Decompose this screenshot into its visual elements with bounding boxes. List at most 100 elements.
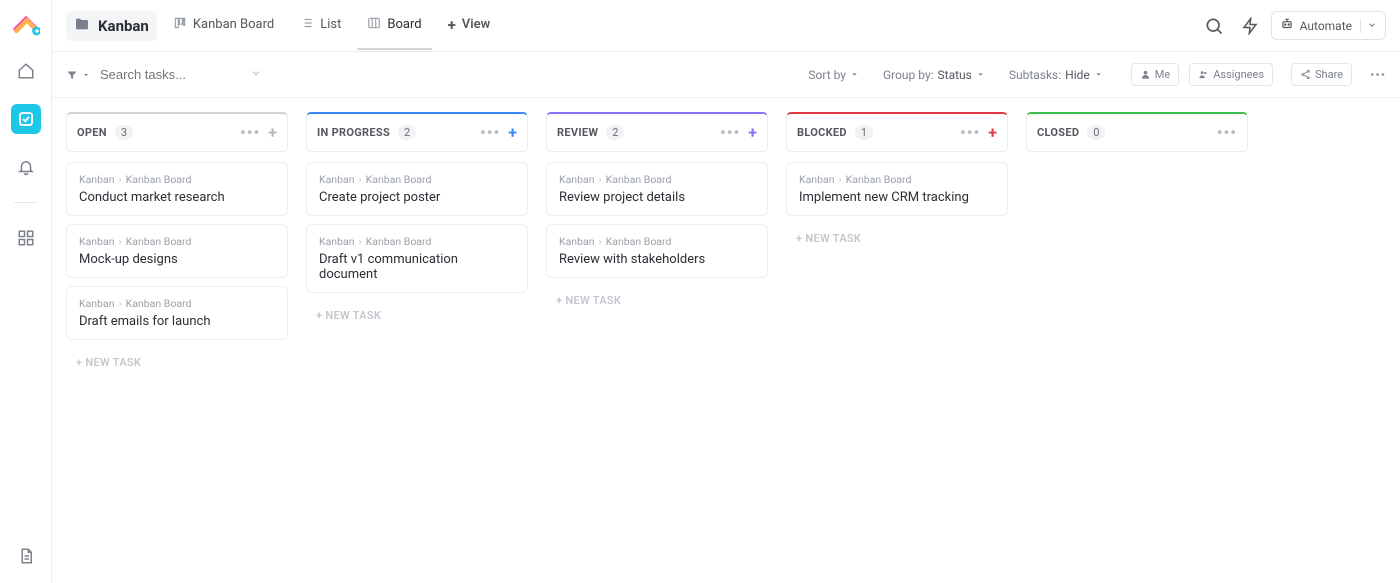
chevron-right-icon: › — [839, 173, 842, 186]
chevron-right-icon: › — [119, 297, 122, 310]
column-header[interactable]: OPEN 3 ••• + — [66, 112, 288, 152]
task-card[interactable]: Kanban›Kanban Board Create project poster — [306, 162, 528, 216]
column-add-icon[interactable]: + — [988, 123, 997, 142]
tab-kanban-board[interactable]: Kanban Board — [163, 2, 284, 50]
automate-button[interactable]: Automate — [1271, 11, 1386, 40]
task-title: Review project details — [559, 190, 755, 205]
column-add-icon[interactable]: + — [748, 123, 757, 142]
column-name: REVIEW — [557, 126, 598, 139]
subtasks-value: Hide — [1065, 68, 1090, 82]
column-add-icon[interactable]: + — [268, 123, 277, 142]
kanban-icon — [173, 16, 187, 34]
crumb-list: Kanban Board — [366, 173, 432, 186]
breadcrumb: Kanban›Kanban Board — [319, 173, 515, 186]
filter-button[interactable] — [66, 69, 90, 81]
breadcrumb: Kanban›Kanban Board — [319, 235, 515, 248]
subtasks-button[interactable]: Subtasks: Hide — [1009, 68, 1103, 82]
crumb-list: Kanban Board — [126, 235, 192, 248]
task-card[interactable]: Kanban›Kanban BoardReview project detail… — [546, 162, 768, 216]
crumb-list: Kanban Board — [846, 173, 912, 186]
topbar: Kanban Kanban Board List Board — [52, 0, 1400, 52]
column-more-icon[interactable]: ••• — [1217, 123, 1237, 142]
task-card[interactable]: Kanban›Kanban BoardDraft v1 communicatio… — [306, 224, 528, 293]
crumb-folder: Kanban — [79, 173, 115, 186]
crumb-list: Kanban Board — [606, 173, 672, 186]
board: OPEN3•••+Kanban›Kanban BoardConduct mark… — [52, 98, 1400, 377]
search-icon[interactable] — [1199, 11, 1229, 41]
task-card[interactable]: Kanban›Kanban BoardImplement new CRM tra… — [786, 162, 1008, 216]
column-header[interactable]: CLOSED0••• — [1026, 112, 1248, 152]
tab-list[interactable]: List — [290, 2, 351, 50]
tab-add-view[interactable]: + View — [438, 2, 501, 50]
new-task-button[interactable]: + NEW TASK — [786, 224, 1008, 253]
automation-bolt-icon[interactable] — [1235, 11, 1265, 41]
new-task-button[interactable]: + NEW TASK — [546, 286, 768, 315]
column-name: OPEN — [77, 126, 107, 139]
crumb-list: Kanban Board — [366, 235, 432, 248]
column-count: 3 — [115, 125, 133, 140]
column-review: REVIEW2•••+Kanban›Kanban BoardReview pro… — [546, 112, 768, 315]
chevron-down-icon[interactable] — [1360, 19, 1377, 33]
chevron-right-icon: › — [599, 173, 602, 186]
column-more-icon[interactable]: ••• — [480, 123, 500, 142]
column-header[interactable]: REVIEW2•••+ — [546, 112, 768, 152]
column-header[interactable]: IN PROGRESS2•••+ — [306, 112, 528, 152]
breadcrumb: Kanban›Kanban Board — [559, 235, 755, 248]
apps-icon[interactable] — [11, 223, 41, 253]
task-title: Conduct market research — [79, 190, 275, 205]
group-value: Status — [938, 68, 972, 82]
assignees-button[interactable]: Assignees — [1189, 63, 1273, 86]
crumb-folder: Kanban — [559, 235, 595, 248]
board-icon — [367, 16, 381, 34]
task-card[interactable]: Kanban›Kanban BoardReview with stakehold… — [546, 224, 768, 278]
home-icon[interactable] — [11, 56, 41, 86]
task-card[interactable]: Kanban›Kanban BoardMock-up designs — [66, 224, 288, 278]
column-header[interactable]: BLOCKED1•••+ — [786, 112, 1008, 152]
breadcrumb: Kanban›Kanban Board — [559, 173, 755, 186]
tab-label: List — [320, 17, 341, 32]
docs-icon[interactable] — [11, 541, 41, 571]
task-title: Create project poster — [319, 190, 515, 205]
plus-icon: + — [448, 16, 456, 34]
chevron-right-icon: › — [119, 173, 122, 186]
task-card[interactable]: Kanban›Kanban BoardDraft emails for laun… — [66, 286, 288, 340]
share-button[interactable]: Share — [1291, 63, 1352, 86]
search-input[interactable] — [100, 67, 240, 82]
column-more-icon[interactable]: ••• — [960, 123, 980, 142]
group-by-button[interactable]: Group by: Status — [883, 68, 985, 82]
column-name: BLOCKED — [797, 126, 847, 139]
folder-chip[interactable]: Kanban — [66, 11, 157, 41]
me-label: Me — [1155, 68, 1170, 81]
subtasks-label: Subtasks: — [1009, 68, 1061, 82]
sort-label: Sort by — [808, 68, 846, 82]
crumb-folder: Kanban — [319, 235, 355, 248]
tasks-icon[interactable] — [11, 104, 41, 134]
column-open: OPEN3•••+Kanban›Kanban BoardConduct mark… — [66, 112, 288, 377]
notifications-icon[interactable] — [11, 152, 41, 182]
robot-icon — [1280, 17, 1294, 34]
share-label: Share — [1315, 68, 1343, 81]
task-title: Mock-up designs — [79, 252, 275, 267]
task-card[interactable]: Kanban›Kanban BoardConduct market resear… — [66, 162, 288, 216]
new-task-button[interactable]: + NEW TASK — [66, 348, 288, 377]
breadcrumb: Kanban›Kanban Board — [79, 173, 275, 186]
search-expand-icon[interactable] — [250, 67, 262, 82]
me-button[interactable]: Me — [1131, 63, 1179, 86]
group-label: Group by: — [883, 68, 934, 82]
column-more-icon[interactable]: ••• — [720, 123, 740, 142]
chevron-right-icon: › — [599, 235, 602, 248]
column-more-icon[interactable]: ••• — [240, 123, 260, 142]
sort-by-button[interactable]: Sort by — [808, 68, 859, 82]
tab-board[interactable]: Board — [357, 2, 431, 50]
breadcrumb: Kanban›Kanban Board — [79, 297, 275, 310]
task-title: Implement new CRM tracking — [799, 190, 995, 205]
column-blocked: BLOCKED1•••+Kanban›Kanban BoardImplement… — [786, 112, 1008, 253]
automate-label: Automate — [1300, 19, 1352, 33]
sidebar — [0, 0, 52, 583]
new-task-button[interactable]: + NEW TASK — [306, 301, 528, 330]
toolbar-more-icon[interactable]: ••• — [1370, 68, 1386, 82]
workspace-title: Kanban — [98, 17, 149, 35]
app-logo[interactable] — [12, 10, 40, 38]
column-count: 2 — [398, 125, 416, 140]
column-add-icon[interactable]: + — [508, 123, 517, 142]
